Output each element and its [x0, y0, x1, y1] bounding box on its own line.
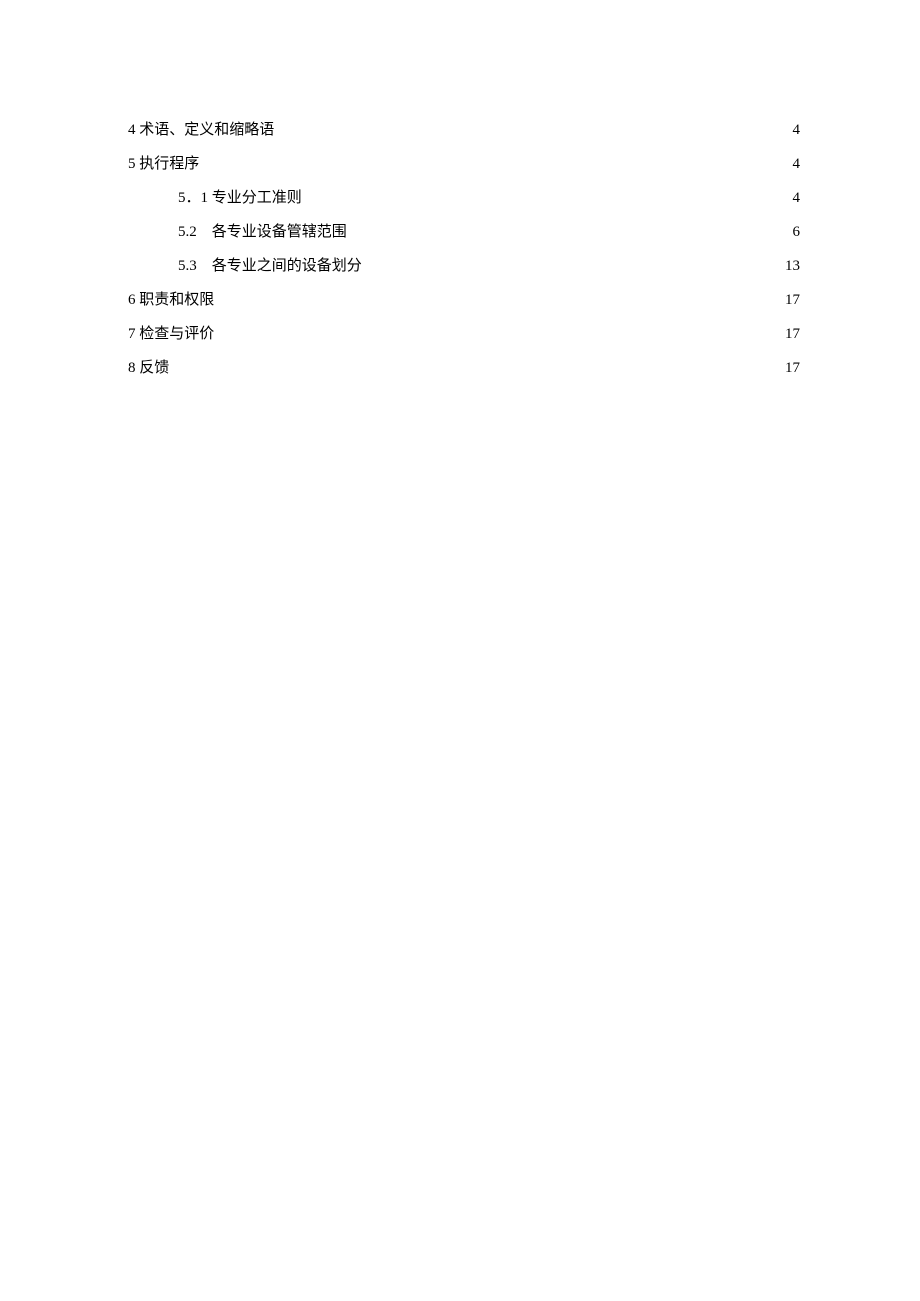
toc-page: 4	[793, 186, 801, 210]
table-of-contents: 4 术语、定义和缩略语 4 5 执行程序 4 5．1 专业分工准则 4 5.2 …	[128, 118, 800, 380]
toc-page: 4	[793, 152, 801, 176]
toc-label: 5.2 各专业设备管辖范围	[178, 220, 347, 244]
toc-entry: 5.2 各专业设备管辖范围 6	[128, 220, 800, 244]
toc-label: 5.3 各专业之间的设备划分	[178, 254, 362, 278]
toc-label: 5 执行程序	[128, 152, 199, 176]
toc-entry: 5．1 专业分工准则 4	[128, 186, 800, 210]
toc-label: 7 检查与评价	[128, 322, 214, 346]
toc-page: 6	[793, 220, 801, 244]
toc-page: 4	[793, 118, 801, 142]
toc-label: 6 职责和权限	[128, 288, 214, 312]
toc-label: 8 反馈	[128, 356, 169, 380]
toc-entry: 8 反馈 17	[128, 356, 800, 380]
toc-entry: 7 检查与评价 17	[128, 322, 800, 346]
toc-entry: 5.3 各专业之间的设备划分 13	[128, 254, 800, 278]
toc-entry: 6 职责和权限 17	[128, 288, 800, 312]
toc-label: 5．1 专业分工准则	[178, 186, 302, 210]
toc-page: 17	[785, 288, 800, 312]
toc-page: 13	[785, 254, 800, 278]
toc-entry: 4 术语、定义和缩略语 4	[128, 118, 800, 142]
toc-page: 17	[785, 356, 800, 380]
toc-label: 4 术语、定义和缩略语	[128, 118, 274, 142]
toc-entry: 5 执行程序 4	[128, 152, 800, 176]
toc-page: 17	[785, 322, 800, 346]
